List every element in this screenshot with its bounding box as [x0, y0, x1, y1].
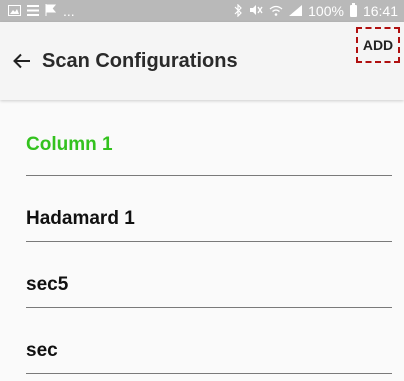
list-icon	[27, 4, 39, 18]
gallery-icon	[8, 4, 21, 18]
bluetooth-icon	[234, 3, 243, 19]
battery-percent: 100%	[308, 3, 344, 19]
status-time: 16:41	[362, 3, 398, 19]
arrow-back-icon	[13, 53, 30, 69]
status-left-icons: ...	[8, 3, 75, 19]
status-bar: ... 100% 16:41	[0, 0, 404, 22]
status-ellipsis: ...	[63, 3, 75, 19]
app-bar: Scan Configurations	[0, 22, 404, 100]
back-button[interactable]	[2, 41, 42, 81]
wifi-icon	[269, 5, 283, 18]
list-item-hadamard-1[interactable]: Hadamard 1	[26, 176, 392, 242]
list-item-sec[interactable]: sec	[26, 308, 392, 374]
list-item-sec5[interactable]: sec5	[26, 242, 392, 308]
page-title: Scan Configurations	[42, 49, 238, 72]
configuration-list: Column 1 Hadamard 1 sec5 sec	[26, 100, 392, 374]
add-button[interactable]: ADD	[356, 27, 400, 63]
flag-icon	[45, 4, 57, 18]
list-item-column-1[interactable]: Column 1	[26, 100, 392, 176]
status-right-icons: 100% 16:41	[234, 3, 398, 19]
battery-icon	[349, 3, 357, 17]
signal-icon	[289, 4, 303, 18]
mute-icon	[249, 4, 263, 18]
